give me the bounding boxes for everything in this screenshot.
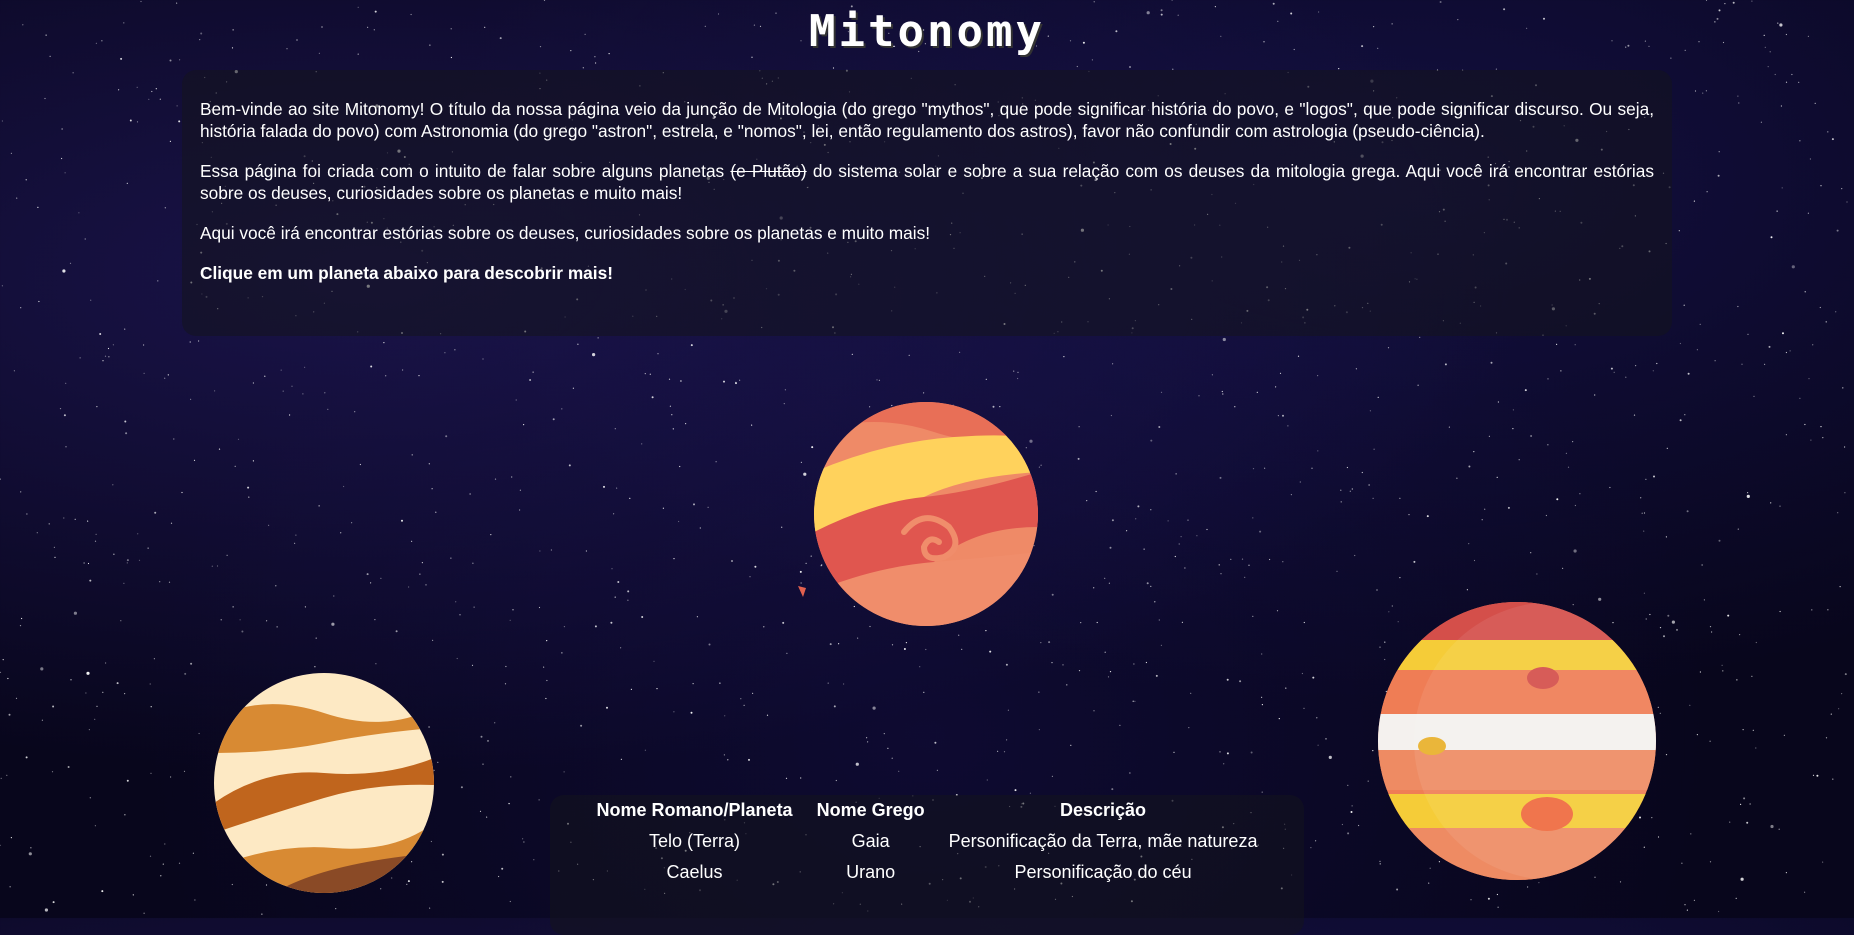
column-header: Descrição [1060,800,1147,820]
intro-paragraph-2: Essa página foi criada com o intuito de … [200,160,1654,204]
intro-p2-text: Essa página foi criada com o intuito de … [200,161,731,181]
table-cell: Urano [846,862,896,882]
small-marker-icon [798,585,808,603]
table-cell: Personificação da Terra, mãe natureza [948,831,1258,851]
column-header: Nome Romano/Planeta [596,800,793,820]
table-cell: Gaia [851,831,890,851]
cream-striped-planet[interactable] [214,673,434,893]
call-to-action: Clique em um planeta abaixo para descobr… [200,263,613,283]
jupiter-planet-icon [1378,602,1656,880]
gods-table-panel: Nome Romano/Planeta Nome Grego Descrição… [550,795,1304,935]
intro-panel: Bem-vinde ao site Mitonomy! O título da … [182,70,1672,336]
column-header: Nome Grego [816,800,925,820]
table-row: Caelus Urano Personificação do céu [596,861,1259,884]
jupiter-planet[interactable] [1378,602,1656,880]
red-orange-planet[interactable] [814,402,1038,626]
cream-striped-planet-icon [214,673,434,893]
table-cell: Caelus [666,862,723,882]
table-cell: Telo (Terra) [649,831,741,851]
page-title: Mitonomy [809,6,1045,57]
table-header-row: Nome Romano/Planeta Nome Grego Descrição [596,799,1259,822]
table-cell: Personificação do céu [1014,862,1192,882]
red-orange-planet-icon [814,402,1038,626]
intro-paragraph-3: Aqui você irá encontrar estórias sobre o… [200,223,931,243]
struck-text: (e Plutão) [730,161,807,181]
gods-table: Nome Romano/Planeta Nome Grego Descrição… [574,791,1281,892]
intro-paragraph-1: Bem-vinde ao site Mitonomy! O título da … [200,99,1654,141]
table-row: Telo (Terra) Gaia Personificação da Terr… [596,830,1259,853]
